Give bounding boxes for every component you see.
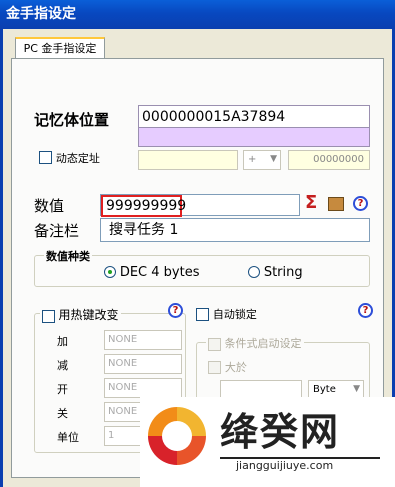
dynamic-offset-field[interactable]: 00000000 (288, 150, 370, 170)
hotkey-add-label: 加 (57, 335, 68, 348)
hotkey-check[interactable] (42, 309, 55, 323)
brand-url: jiangguijiuye.com (232, 459, 338, 472)
logo-icon (148, 407, 206, 465)
numeric-value-text: 999999999 (101, 195, 186, 217)
hotkey-sub-label: 减 (57, 359, 68, 372)
dynamic-address-label: 动态定址 (55, 152, 100, 165)
hotkey-checkbox[interactable]: 用热键改变 (40, 306, 121, 323)
hotkey-unit-label: 单位 (57, 431, 79, 444)
memory-address-box[interactable]: 0000000015A37894 (138, 105, 370, 147)
autolock-check[interactable] (196, 308, 209, 321)
memory-address-value[interactable]: 0000000015A37894 (139, 106, 369, 128)
hotkey-on-label: 开 (57, 383, 68, 396)
memory-label: 记忆体位置 (34, 111, 110, 129)
help-icon[interactable]: ? (353, 196, 368, 211)
dynamic-address-check[interactable] (39, 151, 52, 164)
autolock-checkbox[interactable]: 自动锁定 (196, 306, 257, 322)
dynamic-base-field[interactable] (138, 150, 238, 170)
sigma-icon[interactable]: Σ (305, 192, 317, 213)
dec-radio-button[interactable] (104, 266, 116, 278)
package-icon[interactable] (328, 197, 344, 211)
numeric-label: 数值 (34, 197, 65, 215)
string-radio-button[interactable] (248, 266, 260, 278)
operator-value: + (248, 154, 257, 165)
condition-label: 条件式启动设定 (224, 337, 302, 350)
remark-input[interactable]: 搜寻任务 1 (100, 218, 370, 242)
tab-pc-cheat[interactable]: PC 金手指设定 (15, 37, 105, 59)
greater-checkbox[interactable]: 大於 (208, 359, 247, 375)
dynamic-address-checkbox[interactable]: 动态定址 (39, 151, 100, 168)
dec-radio-label: DEC 4 bytes (119, 265, 200, 280)
condition-checkbox[interactable]: 条件式启动设定 (206, 335, 304, 351)
autolock-help-icon[interactable]: ? (358, 303, 373, 318)
operator-select[interactable]: + ▼ (243, 150, 281, 170)
autolock-label: 自动锁定 (212, 308, 257, 321)
string-radio-label: String (263, 265, 303, 280)
condition-check[interactable] (208, 337, 221, 351)
chevron-down-icon: ▼ (353, 384, 360, 394)
remark-label: 备注栏 (34, 222, 80, 240)
hotkey-sub-field[interactable]: NONE (104, 354, 182, 374)
watermark: 绛癸网 jiangguijiuye.com (140, 397, 395, 487)
hotkey-help-icon[interactable]: ? (168, 303, 183, 318)
numeric-value-input[interactable]: 999999999 (100, 194, 300, 217)
string-radio[interactable]: String (248, 265, 303, 282)
dec-radio[interactable]: DEC 4 bytes (104, 265, 200, 282)
hotkey-label: 用热键改变 (58, 308, 119, 322)
greater-label: 大於 (224, 361, 247, 374)
greater-check[interactable] (208, 361, 221, 374)
hotkey-add-field[interactable]: NONE (104, 330, 182, 350)
condition-type-value: Byte (313, 384, 336, 395)
window-title: 金手指设定 (0, 0, 395, 29)
hotkey-off-label: 关 (57, 407, 68, 420)
hotkey-on-field[interactable]: NONE (104, 378, 182, 398)
brand-name: 绛癸网 (220, 410, 341, 454)
chevron-down-icon: ▼ (270, 154, 277, 164)
type-group-title: 数值种类 (44, 248, 92, 264)
